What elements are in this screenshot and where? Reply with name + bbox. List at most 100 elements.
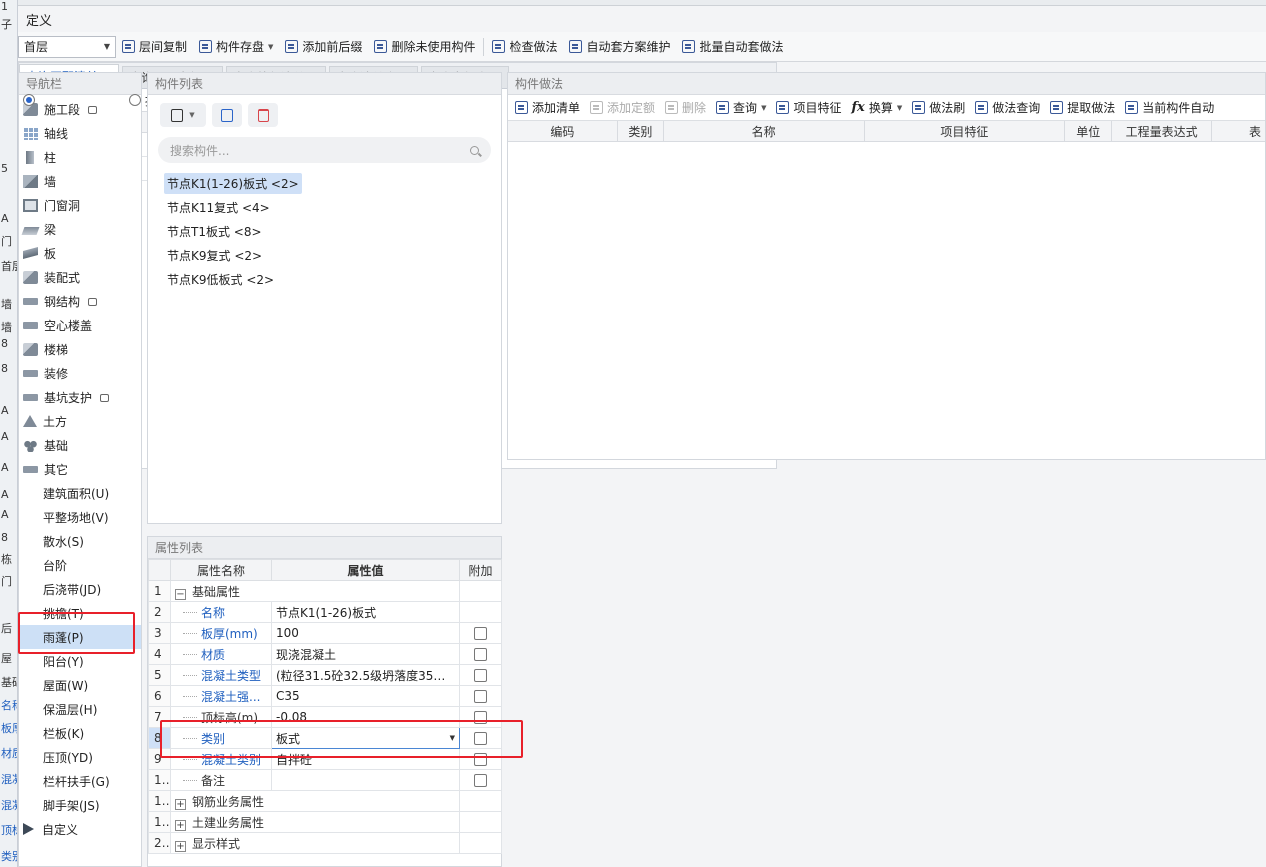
collapse-icon[interactable]: − [175,588,186,600]
nav-item-3[interactable]: 墙 [19,169,141,193]
nav-item-custom[interactable]: 自定义 [19,817,141,841]
property-row[interactable]: 10 备注 [148,769,502,791]
nav-sub-item-12[interactable]: 栏杆扶手(G) [19,769,141,793]
property-value[interactable]: 现浇混凝土 [271,643,460,665]
toolbar-button-4[interactable]: 检查做法 [486,35,563,59]
property-row[interactable]: 7 顶标高(m) -0.08 [148,706,502,728]
method-tool-8[interactable]: 提取做法 [1045,96,1120,120]
property-row[interactable]: 4 材质 现浇混凝土 [148,643,502,665]
method-tool-0[interactable]: 添加清单 [510,96,585,120]
method-tool-4[interactable]: 项目特征 [771,96,846,120]
nav-item-10[interactable]: 楼梯 [19,337,141,361]
nav-item-6[interactable]: 板 [19,241,141,265]
toolbar-button-3[interactable]: 删除未使用构件 [368,35,481,59]
method-tool-9[interactable]: 当前构件自动 [1120,96,1219,120]
nav-sub-item-11[interactable]: 压顶(YD) [19,745,141,769]
nav-item-8[interactable]: 钢结构 [19,289,141,313]
toolbar-button-6[interactable]: 批量自动套做法 [676,35,789,59]
property-row[interactable]: 2 名称 节点K1(1-26)板式 [148,601,502,623]
nav-sub-item-4[interactable]: 后浇带(JD) [19,577,141,601]
method-tool-label: 换算 [868,101,893,115]
nav-item-9[interactable]: 空心楼盖 [19,313,141,337]
property-value[interactable]: 100 [271,622,460,644]
property-value[interactable]: 自拌砼 [271,748,460,770]
property-row[interactable]: 8 类别 板式 ▼ [148,727,502,749]
toolbar-button-0[interactable]: 层间复制 [116,35,193,59]
delete-component-button[interactable] [248,103,278,127]
property-row[interactable]: 1− 基础属性 [148,580,502,602]
nav-sub-item-5[interactable]: 挑檐(T) [19,601,141,625]
property-extra-checkbox[interactable] [474,711,487,724]
nav-sub-item-7[interactable]: 阳台(Y) [19,649,141,673]
property-group[interactable]: − 基础属性 [170,580,460,602]
background-text-fragment: 材质 [1,747,17,760]
toolbar-button-5[interactable]: 自动套方案维护 [563,35,676,59]
property-row[interactable]: 11 + 钢筋业务属性 [148,790,502,812]
property-extra-checkbox[interactable] [474,732,487,745]
nav-item-7[interactable]: 装配式 [19,265,141,289]
toolbar-button-1[interactable]: 构件存盘 ▼ [193,35,279,59]
method-tool-1[interactable]: 添加定额 [585,96,660,120]
nav-sub-item-8[interactable]: 屋面(W) [19,673,141,697]
property-value[interactable]: 节点K1(1-26)板式 [271,601,460,623]
toolbar-button-2[interactable]: 添加前后缀 [279,35,368,59]
property-row[interactable]: 21 + 显示样式 [148,832,502,854]
nav-sub-item-6[interactable]: 雨蓬(P) [19,625,141,649]
property-row[interactable]: 14 + 土建业务属性 [148,811,502,833]
nav-sub-item-9[interactable]: 保温层(H) [19,697,141,721]
property-row[interactable]: 6 混凝土强... C35 [148,685,502,707]
toolbar-button-label: 添加前后缀 [302,40,363,54]
property-value[interactable] [271,769,460,791]
nav-sub-item-10[interactable]: 栏板(K) [19,721,141,745]
method-tool-6[interactable]: 做法刷 [907,96,970,120]
property-row[interactable]: 3 板厚(mm) 100 [148,622,502,644]
nav-item-4[interactable]: 门窗洞 [19,193,141,217]
property-group[interactable]: + 显示样式 [170,832,460,854]
new-component-button[interactable]: ▼ [160,103,206,127]
nav-item-5[interactable]: 梁 [19,217,141,241]
property-extra-checkbox[interactable] [474,627,487,640]
floor-select[interactable]: 首层 ▼ [18,35,116,58]
property-extra-checkbox[interactable] [474,753,487,766]
property-extra-checkbox[interactable] [474,669,487,682]
component-list-item[interactable]: 节点K1(1-26)板式 <2> [148,171,501,195]
property-value[interactable]: (粒径31.5砼32.5级坍落度35~50) [271,664,460,686]
expand-icon[interactable]: + [175,819,186,831]
nav-sub-item-2[interactable]: 散水(S) [19,529,141,553]
nav-item-15[interactable]: 其它 [19,457,141,481]
property-value[interactable]: C35 [271,685,460,707]
nav-sub-item-0[interactable]: 建筑面积(U) [19,481,141,505]
property-value-select[interactable]: 板式 ▼ [271,727,460,749]
nav-item-13[interactable]: 土方 [19,409,141,433]
nav-item-1[interactable]: 轴线 [19,121,141,145]
property-value[interactable]: -0.08 [271,706,460,728]
method-tool-7[interactable]: 做法查询 [970,96,1045,120]
method-tool-2[interactable]: 删除 [660,96,711,120]
property-group[interactable]: + 钢筋业务属性 [170,790,460,812]
property-row[interactable]: 5 混凝土类型 (粒径31.5砼32.5级坍落度35~50) [148,664,502,686]
nav-item-12[interactable]: 基坑支护 [19,385,141,409]
component-list-item[interactable]: 节点K11复式 <4> [148,195,501,219]
method-tool-3[interactable]: 查询 ▼ [711,96,771,120]
nav-sub-item-13[interactable]: 脚手架(JS) [19,793,141,817]
nav-sub-item-1[interactable]: 平整场地(V) [19,505,141,529]
property-extra-checkbox[interactable] [474,774,487,787]
component-list-item[interactable]: 节点T1板式 <8> [148,219,501,243]
component-list-item[interactable]: 节点K9低板式 <2> [148,267,501,291]
nav-item-14[interactable]: 基础 [19,433,141,457]
expand-icon[interactable]: + [175,798,186,810]
copy-component-button[interactable] [212,103,242,127]
method-tool-5[interactable]: fx 换算 ▼ [846,96,907,120]
nav-item-2[interactable]: 柱 [19,145,141,169]
definition-window: 定义 首层 ▼ 层间复制 构件存盘 ▼ 添加前后缀 删除未使用构件 检查做法 自动套方案维护… [18,6,1266,867]
property-row[interactable]: 9 混凝土类别 自拌砼 [148,748,502,770]
expand-icon[interactable]: + [175,840,186,852]
property-extra-checkbox[interactable] [474,690,487,703]
component-list-item[interactable]: 节点K9复式 <2> [148,243,501,267]
nav-item-0[interactable]: 施工段 [19,97,141,121]
property-group[interactable]: + 土建业务属性 [170,811,460,833]
nav-item-11[interactable]: 装修 [19,361,141,385]
component-search-input[interactable]: 搜索构件... [158,137,491,163]
nav-sub-item-3[interactable]: 台阶 [19,553,141,577]
property-extra-checkbox[interactable] [474,648,487,661]
